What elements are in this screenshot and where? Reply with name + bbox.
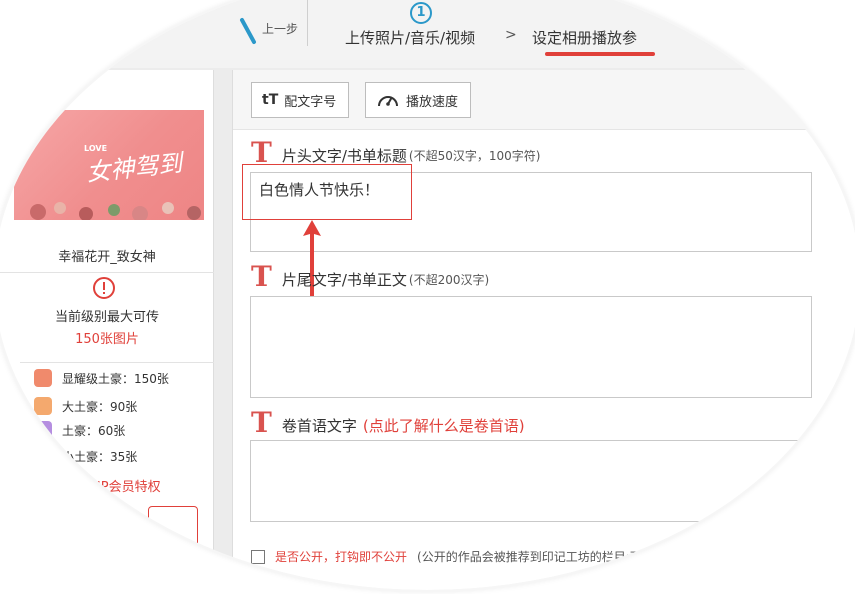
back-button[interactable]: 上一步 bbox=[262, 20, 298, 37]
public-option-label[interactable]: 是否公开，打钩即不公开 bbox=[275, 548, 407, 565]
active-step-indicator bbox=[545, 52, 655, 56]
tier-item: 大土豪：90张 bbox=[34, 396, 137, 416]
upload-limit-value: 150张图片 bbox=[75, 332, 139, 347]
title-section-label: 片头文字/书单标题 bbox=[281, 147, 407, 165]
step-1-label[interactable]: 上传照片/音乐/视频 bbox=[345, 27, 475, 48]
step-1-number-icon: 1 bbox=[410, 2, 432, 24]
playback-speed-label: 播放速度 bbox=[406, 94, 459, 110]
tier-item: 土豪：60张 bbox=[34, 420, 125, 440]
playback-speed-button[interactable]: 播放速度 bbox=[365, 82, 472, 118]
tier-badge-icon bbox=[34, 369, 52, 387]
step-bar: 上一步 1 上传照片/音乐/视频 > 设定相册播放参 bbox=[0, 0, 855, 68]
text-t-icon: T bbox=[251, 136, 272, 169]
step-arrow: > bbox=[505, 27, 517, 43]
tier-badge-icon bbox=[34, 421, 52, 439]
text-t-icon: T bbox=[251, 260, 272, 293]
tier-label: 土豪：60张 bbox=[62, 423, 126, 438]
ending-section-label: 片尾文字/书单正文 bbox=[281, 271, 407, 289]
caption-font-size-label: 配文字号 bbox=[284, 94, 337, 110]
step-2-label[interactable]: 设定相册播放参 bbox=[532, 27, 637, 48]
preface-section-header: T 卷首语文字 (点此了解什么是卷首语) bbox=[251, 406, 525, 439]
settings-panel: tT 配文字号 播放速度 T 片头文字/书单标题 (不超50汉字，100字符) … bbox=[232, 70, 855, 590]
divider bbox=[20, 362, 214, 363]
caption-font-size-button[interactable]: tT 配文字号 bbox=[251, 82, 350, 118]
upload-limit-label: 当前级别最大可传 bbox=[54, 310, 159, 325]
ending-text-input[interactable] bbox=[250, 296, 812, 398]
preface-section-label: 卷首语文字 bbox=[281, 417, 357, 435]
title-section-header: T 片头文字/书单标题 (不超50汉字，100字符) bbox=[251, 136, 541, 169]
text-size-icon: tT bbox=[262, 92, 279, 108]
title-section-hint: (不超50汉字，100字符) bbox=[408, 149, 541, 163]
divider bbox=[0, 272, 214, 273]
annotation-highlight-box bbox=[242, 164, 412, 220]
ending-section-hint: (不超200汉字) bbox=[408, 273, 490, 287]
album-cover-image[interactable]: LOVE 女神驾到 bbox=[14, 110, 204, 220]
album-name: 幸福花开_致女神 bbox=[58, 250, 156, 265]
tier-label: 显耀级土豪：150张 bbox=[62, 371, 169, 386]
tier-badge-icon bbox=[34, 397, 52, 415]
tier-item: 小土豪：35张 bbox=[34, 446, 137, 466]
toolbar: tT 配文字号 播放速度 bbox=[233, 70, 855, 130]
preface-help-link[interactable]: (点此了解什么是卷首语) bbox=[363, 416, 525, 436]
flowers-decoration-icon bbox=[30, 202, 201, 220]
tier-item: 显耀级土豪：150张 bbox=[34, 368, 169, 388]
tier-badge-icon bbox=[34, 447, 52, 465]
public-option-row: 是否公开，打钩即不公开 (公开的作品会被推荐到印记工坊的栏目:不 bbox=[251, 548, 642, 565]
private-checkbox[interactable] bbox=[251, 549, 265, 564]
step-divider bbox=[307, 0, 308, 46]
public-option-note: (公开的作品会被推荐到印记工坊的栏目:不 bbox=[417, 550, 642, 564]
tier-label: 小土豪：35张 bbox=[62, 449, 138, 464]
speedometer-icon bbox=[378, 96, 398, 107]
preface-text-input[interactable] bbox=[250, 440, 812, 522]
warning-icon bbox=[93, 277, 115, 299]
screenshot-frame: 上一步 1 上传照片/音乐/视频 > 设定相册播放参 LOVE 女神驾到 幸福花… bbox=[0, 0, 855, 590]
vip-privilege-link[interactable]: VIP会员特权 bbox=[88, 476, 161, 495]
text-t-icon: T bbox=[251, 406, 272, 439]
tier-label: 大土豪：90张 bbox=[62, 399, 138, 414]
back-arrow-icon[interactable] bbox=[238, 14, 258, 48]
ending-section-header: T 片尾文字/书单正文 (不超200汉字) bbox=[251, 260, 490, 293]
promo-box[interactable] bbox=[148, 506, 198, 566]
album-sidebar: LOVE 女神驾到 幸福花开_致女神 当前级别最大可传 150张图片 显耀级土豪 bbox=[0, 70, 214, 590]
